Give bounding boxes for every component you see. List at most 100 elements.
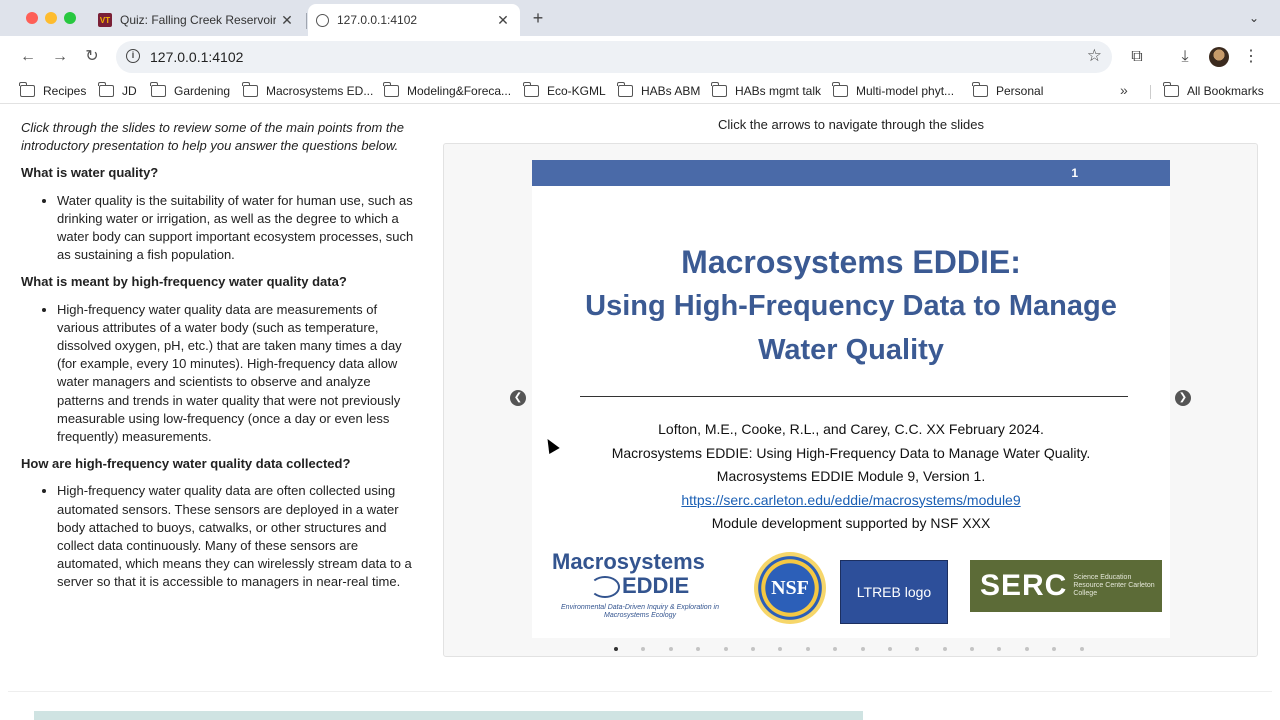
bookmark-folder[interactable]: Personal [972,82,1043,100]
tab-title: 127.0.0.1:4102 [337,13,418,27]
bookmark-folder[interactable]: HABs mgmt talk [711,82,821,100]
slide-indicator-dot[interactable] [915,647,920,651]
citation-line: Macrosystems EDDIE: Using High-Frequency… [611,444,1091,461]
bullet-list: High-frequency water quality data are of… [21,482,421,591]
slide-indicator-dot[interactable] [614,647,618,651]
new-tab-button[interactable]: + [528,8,548,28]
more-bookmarks-chevron-icon[interactable]: » [1120,82,1128,98]
info-column: Click through the slides to review some … [21,119,421,601]
intro-text: Click through the slides to review some … [21,120,404,154]
slide-title-line: Using High-Frequency Data to Manage [585,290,1117,322]
slide-indicator-dot[interactable] [860,647,865,651]
address-bar[interactable]: i 127.0.0.1:4102 ☆ [116,41,1112,73]
bookmark-folder[interactable]: JD [98,82,137,100]
browser-toolbar: ← → ↻ i 127.0.0.1:4102 ☆ ⧉ ⤓ ⋮ [0,36,1280,78]
slide-title: Macrosystems EDDIE: Using High-Frequency… [532,240,1170,372]
bookmark-folder[interactable]: Modeling&Foreca... [383,82,511,100]
slide-indicator-dot[interactable] [778,647,783,651]
module-link[interactable]: https://serc.carleton.edu/eddie/macrosys… [681,492,1020,508]
maximize-window-button[interactable] [64,12,76,24]
folder-icon [1163,82,1179,97]
download-icon[interactable]: ⤓ [1174,46,1196,68]
slide-indicator-dot[interactable] [1024,647,1029,651]
citation-line: Macrosystems EDDIE Module 9, Version 1. [716,468,986,484]
section-heading: What is meant by high-frequency water qu… [21,274,347,290]
ltreb-logo: LTREB logo [840,560,948,624]
minimize-window-button[interactable] [45,12,57,24]
bookmark-folder[interactable]: HABs ABM [617,82,700,100]
slides-column: Click the arrows to navigate through the… [442,117,1260,657]
page-content: Click through the slides to review some … [8,105,1272,720]
divider [580,396,1128,397]
bookmark-folder[interactable]: Multi-model phyt... [832,82,954,100]
tab-title: Quiz: Falling Creek Reservoir [120,13,276,27]
tab-localhost[interactable]: 127.0.0.1:4102 ✕ [308,4,520,36]
slide-indicator-dot[interactable] [1079,647,1084,651]
slide-indicator-dot[interactable] [942,647,947,651]
slide-carousel: 1 Macrosystems EDDIE: Using High-Frequen… [443,143,1258,657]
profile-avatar[interactable] [1209,47,1229,67]
folder-icon [972,82,988,97]
next-section-banner [34,711,863,720]
extensions-puzzle-icon[interactable]: ⧉ [1126,46,1148,68]
slide-title-line: Macrosystems EDDIE: [681,244,1021,280]
divider [8,691,1272,692]
serc-logo: SERC Science Education Resource Center C… [970,560,1162,612]
close-tab-icon[interactable]: ✕ [276,12,298,29]
slide-indicator-dot[interactable] [970,647,975,651]
slide-indicator-dot[interactable] [668,647,673,651]
slide: 1 Macrosystems EDDIE: Using High-Frequen… [532,160,1170,638]
back-arrow-icon[interactable]: ← [16,45,40,69]
bookmark-star-icon[interactable]: ☆ [1087,46,1102,66]
reload-icon[interactable]: ↻ [80,45,104,69]
carousel-caption: Click the arrows to navigate through the… [718,117,984,132]
close-tab-icon[interactable]: ✕ [492,12,514,29]
folder-icon [19,82,35,97]
bookmark-folder[interactable]: Recipes [19,82,86,100]
slide-indicator-dot[interactable] [997,647,1002,651]
bookmark-folder[interactable]: Eco-KGML [523,82,606,100]
folder-icon [98,82,114,97]
previous-slide-arrow-icon[interactable]: ❮ [510,390,526,406]
list-item: High-frequency water quality data are of… [57,482,421,591]
macrosystems-eddie-logo: Macrosystems EDDIE Environmental Data-Dr… [552,549,719,620]
folder-icon [150,82,166,97]
all-bookmarks-folder[interactable]: All Bookmarks [1163,82,1264,100]
url-text[interactable]: 127.0.0.1:4102 [150,49,243,65]
slide-indicator-dot[interactable] [805,647,810,651]
list-item: Water quality is the suitability of wate… [57,192,421,265]
bookmark-folder[interactable]: Macrosystems ED... [242,82,373,100]
close-window-button[interactable] [26,12,38,24]
list-item: High-frequency water quality data are me… [57,301,421,447]
folder-icon [617,82,633,97]
tab-quiz[interactable]: VT Quiz: Falling Creek Reservoir ✕ [90,4,307,36]
tab-search-chevron-icon[interactable]: ⌄ [1244,8,1264,28]
section-heading: How are high-frequency water quality dat… [21,456,351,472]
bookmark-folder[interactable]: Gardening [150,82,230,100]
slide-indicator-dot[interactable] [1052,647,1057,651]
site-info-icon[interactable]: i [126,49,140,63]
folder-icon [383,82,399,97]
browser-menu-icon[interactable]: ⋮ [1240,46,1262,68]
folder-icon [832,82,848,97]
folder-icon [711,82,727,97]
slide-indicator-dot[interactable] [696,647,701,651]
bookmarks-bar: Recipes JD Gardening Macrosystems ED... … [0,78,1280,104]
slide-indicator-dot[interactable] [833,647,838,651]
forward-arrow-icon[interactable]: → [48,45,72,69]
globe-icon [316,13,329,27]
globe-icon [590,576,620,598]
slide-indicator-dot[interactable] [750,647,755,651]
section-heading: What is water quality? [21,165,159,181]
slide-indicator-dot[interactable] [641,647,646,651]
citation-line: Lofton, M.E., Cooke, R.L., and Carey, C.… [658,421,1044,437]
slide-number: 1 [532,160,1170,186]
slide-indicator-dot[interactable] [723,647,728,651]
tab-bar: VT Quiz: Falling Creek Reservoir ✕ 127.0… [0,0,1280,36]
divider [1150,85,1151,99]
vt-logo-icon: VT [98,13,112,27]
next-slide-arrow-icon[interactable]: ❯ [1175,390,1191,406]
bullet-list: High-frequency water quality data are me… [21,301,421,447]
slide-indicator-dot[interactable] [887,647,892,651]
folder-icon [523,82,539,97]
